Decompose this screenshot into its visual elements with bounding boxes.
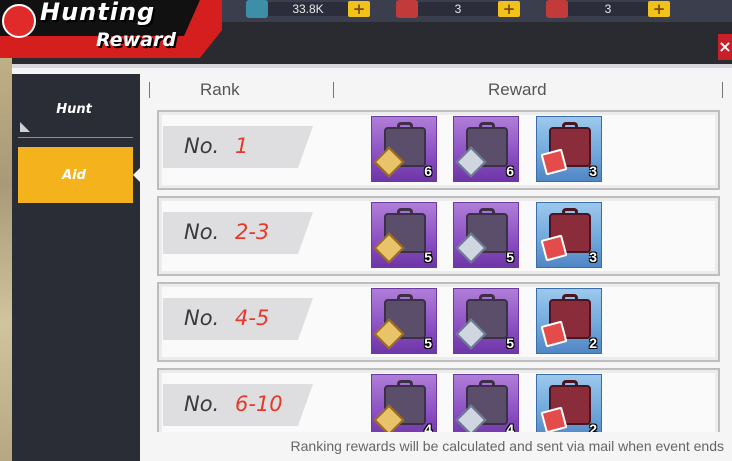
reward-item-gold-gear-case[interactable]: 4	[371, 374, 437, 440]
rank-number: 2-3	[235, 220, 270, 244]
currency-value: 3	[418, 2, 498, 16]
reward-item-silver-gear-case[interactable]: 5	[453, 288, 519, 354]
tab-label: Hunt	[56, 102, 92, 117]
page-title: Hunting	[40, 0, 156, 26]
currency-gem: 33.8K +	[246, 0, 370, 18]
header-divider	[333, 82, 334, 98]
header-divider	[149, 82, 150, 98]
gem-icon	[246, 0, 268, 18]
rank-prefix: No.	[184, 134, 220, 158]
item-quantity: 6	[506, 163, 514, 179]
rank-number: 1	[235, 134, 249, 158]
tab-label: Aid	[62, 168, 86, 183]
footer-note: Ranking rewards will be calculated and s…	[290, 438, 724, 454]
reward-item-silver-gear-case[interactable]: 4	[453, 374, 519, 440]
close-button[interactable]: ×	[718, 34, 732, 60]
header-rank: Rank	[200, 80, 240, 99]
rank-prefix: No.	[184, 220, 220, 244]
corner-decoration	[20, 122, 30, 132]
rank-prefix: No.	[184, 392, 220, 416]
reward-item-ticket-case[interactable]: 3	[536, 202, 602, 268]
add-ticket-button[interactable]: +	[648, 1, 670, 17]
item-quantity: 5	[506, 249, 514, 265]
item-quantity: 3	[589, 249, 597, 265]
header-divider	[722, 82, 723, 98]
reward-item-ticket-case[interactable]: 3	[536, 116, 602, 182]
reward-item-ticket-case[interactable]: 2	[536, 288, 602, 354]
rank-number: 6-10	[235, 392, 283, 416]
reward-item-gold-gear-case[interactable]: 5	[371, 202, 437, 268]
table-row: No. 2-3 5 5 3	[157, 196, 720, 276]
table-row: No. 1 6 6 3	[157, 110, 720, 190]
active-tab-pointer	[133, 166, 142, 184]
table-row: No. 4-5 5 5 2	[157, 282, 720, 362]
rank-prefix: No.	[184, 306, 220, 330]
add-gem-button[interactable]: +	[348, 1, 370, 17]
currency-ticket-2: 3 +	[546, 0, 670, 18]
reward-item-gold-gear-case[interactable]: 6	[371, 116, 437, 182]
currency-value: 33.8K	[268, 2, 348, 16]
header-reward: Reward	[488, 80, 547, 99]
item-quantity: 5	[424, 335, 432, 351]
reward-item-ticket-case[interactable]: 2	[536, 374, 602, 440]
item-quantity: 3	[589, 163, 597, 179]
currency-value: 3	[568, 2, 648, 16]
reward-item-gold-gear-case[interactable]: 5	[371, 288, 437, 354]
fist-icon	[2, 4, 36, 38]
rank-number: 4-5	[235, 306, 270, 330]
ticket-icon	[396, 0, 418, 18]
reward-item-silver-gear-case[interactable]: 6	[453, 116, 519, 182]
item-quantity: 5	[506, 335, 514, 351]
page-subtitle: Reward	[96, 29, 176, 51]
currency-ticket-1: 3 +	[396, 0, 520, 18]
item-quantity: 2	[589, 335, 597, 351]
ticket-icon	[546, 0, 568, 18]
tab-aid[interactable]: Aid	[18, 147, 133, 203]
tab-hunt[interactable]: Hunt	[18, 90, 133, 138]
reward-item-silver-gear-case[interactable]: 5	[453, 202, 519, 268]
add-ticket-button[interactable]: +	[498, 1, 520, 17]
item-quantity: 5	[424, 249, 432, 265]
item-quantity: 6	[424, 163, 432, 179]
background-map	[0, 0, 12, 461]
currency-bar: 33.8K + 3 + 3 +	[150, 0, 732, 22]
